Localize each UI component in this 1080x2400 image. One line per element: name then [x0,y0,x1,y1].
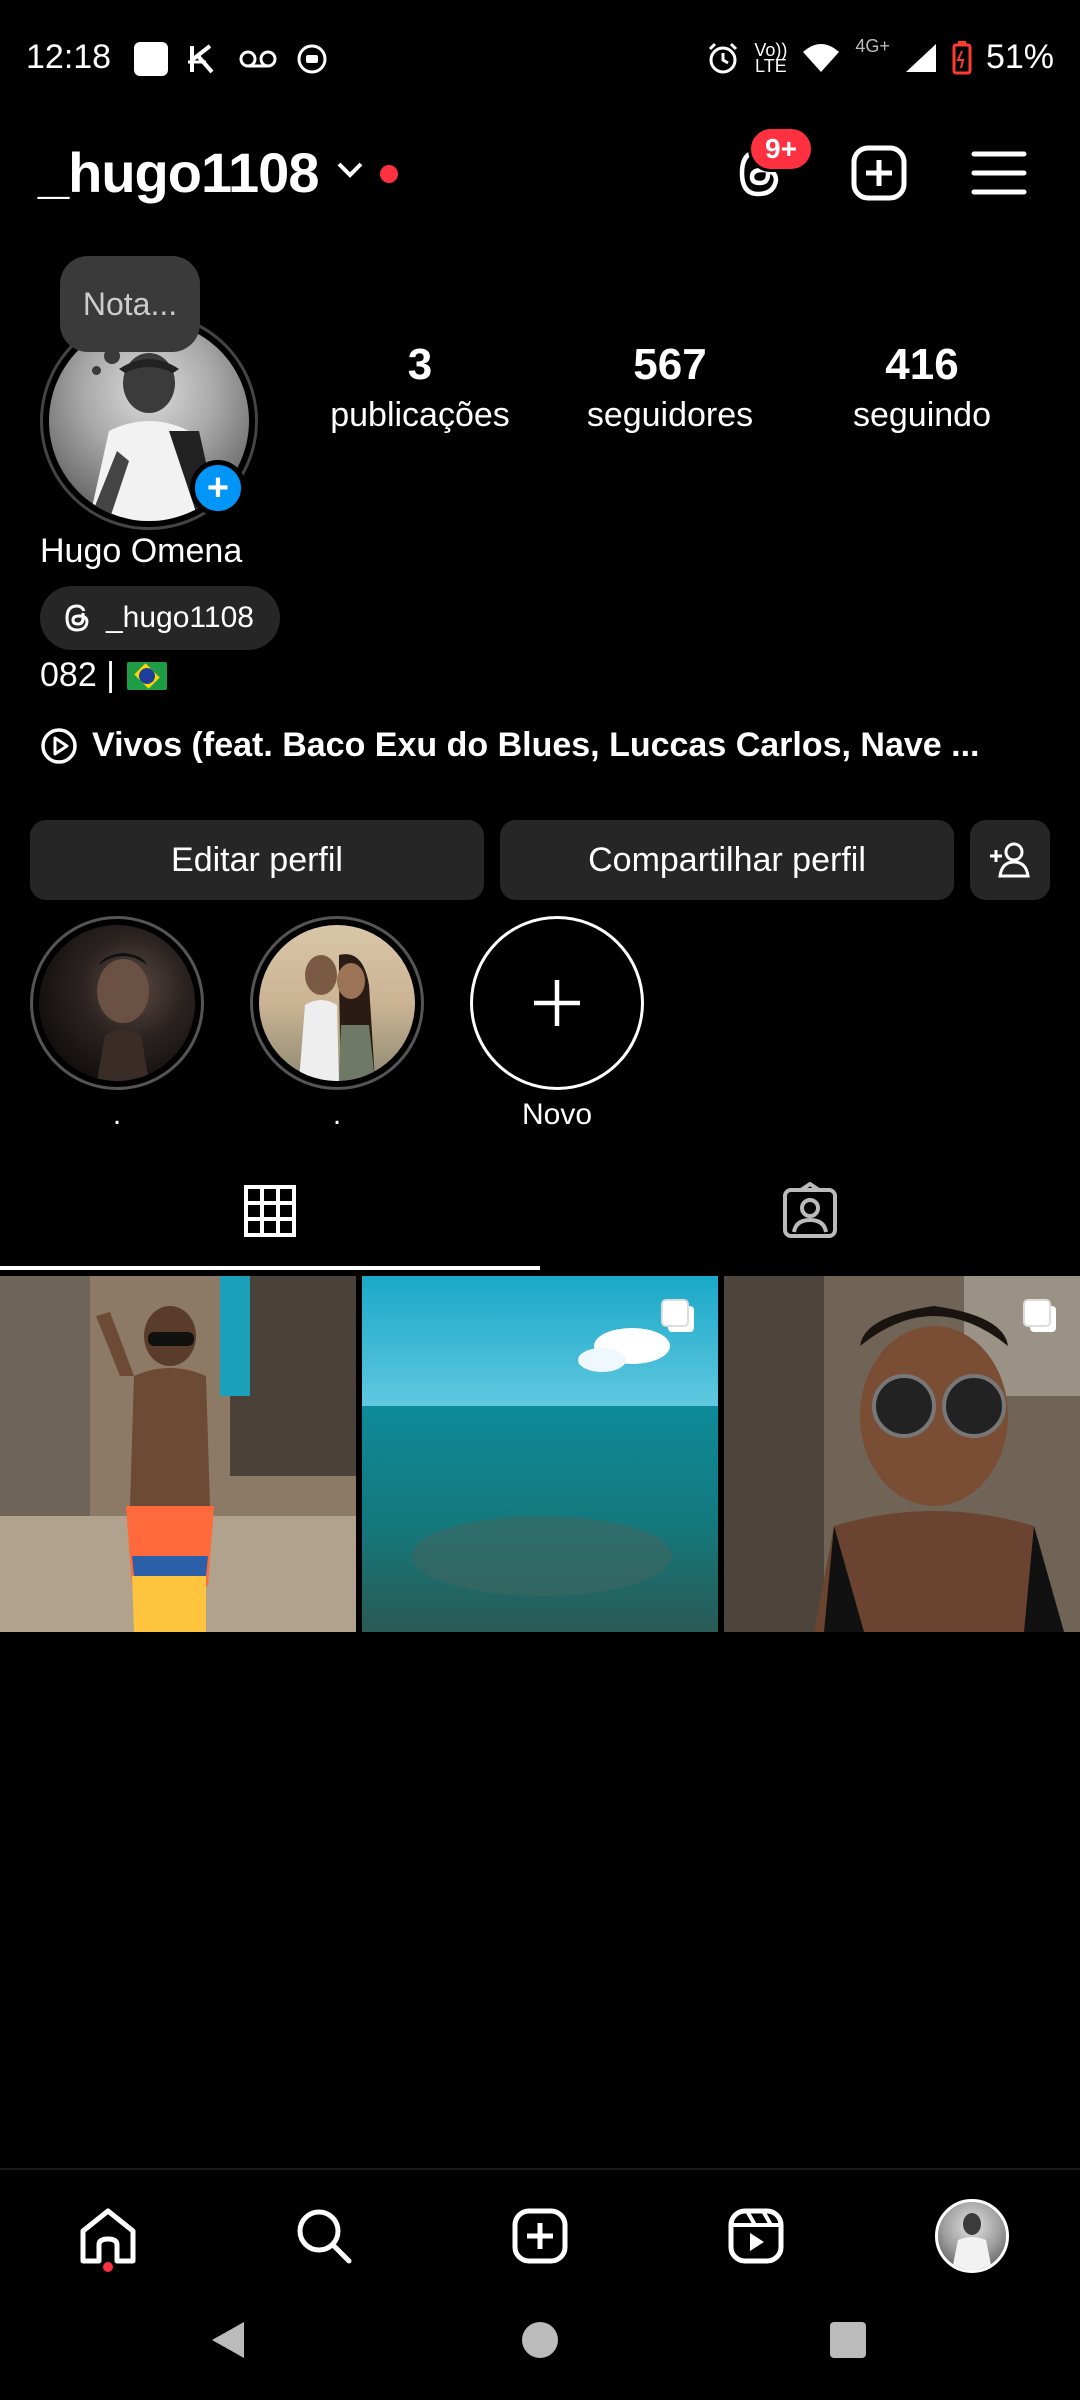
followers-label: seguidores [586,396,754,434]
threads-handle: _hugo1108 [106,601,254,634]
threads-badge: 9+ [748,126,814,172]
network-type: 4G+ [855,36,890,56]
profile-music[interactable]: Vivos (feat. Baco Exu do Blues, Luccas C… [40,726,979,765]
volte-bottom: LTE [755,55,787,76]
tab-tagged[interactable] [540,1150,1080,1272]
record-icon [297,44,327,74]
status-right: Vo)) LTE 4G+ 51% [706,36,1054,77]
highlight-1-label: . [112,1098,122,1131]
highlight-1[interactable] [30,916,204,1090]
nav-search[interactable] [284,2196,364,2276]
play-circle-icon [41,727,77,764]
posts-label: publicações [330,396,510,434]
create-post-button[interactable] [848,142,910,204]
menu-button[interactable] [968,142,1030,204]
note-bubble-tail-small [92,366,101,375]
new-highlight-label: Novo [521,1098,593,1131]
bottom-nav-divider [0,2168,1080,2170]
highlight-2-label: . [332,1098,342,1131]
highlight-2[interactable] [250,916,424,1090]
k-icon [188,44,214,74]
app-notification-icon [134,42,168,76]
posts-stat[interactable]: 3 publicações [310,340,530,435]
new-highlight-button[interactable] [470,916,644,1090]
plus-square-icon [512,2208,568,2264]
threads-icon [65,604,89,632]
system-back-icon[interactable] [206,2318,250,2362]
posts-count: 3 [407,340,433,389]
edit-profile-button[interactable]: Editar perfil [30,820,484,900]
home-notification-dot [103,2262,113,2272]
active-tab-indicator [0,1266,540,1270]
add-story-button[interactable]: + [190,460,246,516]
carousel-icon [1023,1299,1056,1332]
brazil-flag-icon [127,661,168,690]
battery-icon [952,40,972,74]
plus-square-icon [851,145,907,201]
discover-people-button[interactable] [970,820,1050,900]
note-bubble[interactable]: Nota... [60,256,200,352]
nav-reels[interactable] [716,2196,796,2276]
followers-count: 567 [633,340,707,389]
reels-icon [728,2208,784,2264]
battery-percent: 51% [985,38,1054,76]
following-label: seguindo [852,396,991,434]
volte-icon: Vo)) LTE [754,41,787,76]
alarm-icon [709,42,738,73]
following-count: 416 [885,340,959,389]
post-tile-1[interactable] [0,1276,356,1632]
note-bubble-tail [104,348,120,364]
highlight-1-cover [39,925,195,1081]
highlight-2-cover [259,925,415,1081]
status-time: 12:18 [26,38,112,76]
avatar [935,2199,1009,2273]
nav-create[interactable] [500,2196,580,2276]
bio-text: 082 | [40,656,168,695]
threads-profile-link[interactable]: _hugo1108 [40,586,280,650]
music-title: Vivos (feat. Baco Exu do Blues, Luccas C… [92,726,980,764]
tab-posts-grid[interactable] [0,1150,540,1272]
status-left-icons [134,42,328,76]
carousel-icon [661,1299,694,1332]
plus-icon [534,980,580,1026]
tagged-person-icon [783,1182,837,1238]
post-tile-3[interactable] [724,1276,1080,1632]
system-recents-icon[interactable] [826,2318,870,2362]
add-person-icon [990,842,1030,878]
full-name: Hugo Omena [40,532,243,570]
hamburger-menu-icon [971,151,1027,195]
nav-profile[interactable] [932,2196,1012,2276]
wifi-icon [803,43,840,72]
share-profile-button[interactable]: Compartilhar perfil [500,820,954,900]
grid-icon [244,1185,296,1237]
account-username[interactable]: _hugo1108 [38,140,319,205]
chevron-down-icon[interactable] [336,160,364,180]
following-stat[interactable]: 416 seguindo [812,340,1032,435]
post-tile-2[interactable] [362,1276,718,1632]
voicemail-icon [239,50,277,68]
home-icon [80,2208,136,2264]
followers-stat[interactable]: 567 seguidores [560,340,780,435]
signal-icon [905,43,936,72]
search-icon [297,2209,352,2264]
bio-line: 082 | [40,656,116,694]
system-home-icon[interactable] [518,2318,562,2362]
account-notification-dot [380,165,398,183]
